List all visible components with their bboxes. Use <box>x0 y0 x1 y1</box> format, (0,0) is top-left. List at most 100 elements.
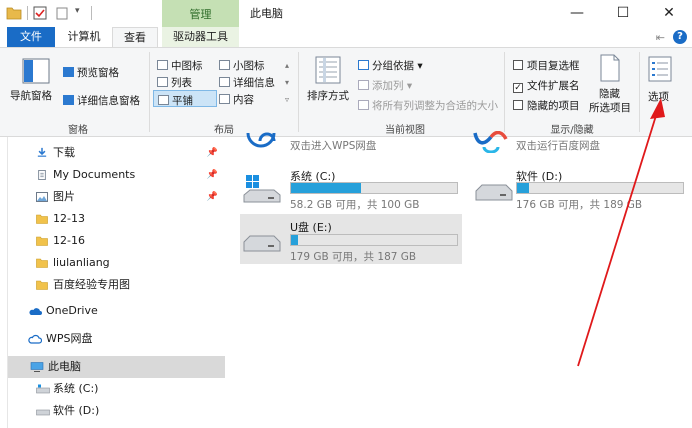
layout-list[interactable]: 列表 <box>157 75 192 90</box>
file-extensions-checkbox[interactable]: ✓ <box>513 83 523 93</box>
customize-qat-icon[interactable]: ▾ <box>75 6 80 20</box>
layout-gallery-scroll[interactable]: ▴ ▾ ▿ <box>285 57 289 108</box>
small-icons-label: 小图标 <box>233 60 265 72</box>
wps-cloud-icon <box>28 334 42 344</box>
add-columns-button[interactable]: 添加列 ▾ <box>358 78 412 93</box>
nav-item-label: 12-13 <box>53 212 85 225</box>
minimize-button[interactable]: — <box>554 0 600 27</box>
preview-pane-label: 预览窗格 <box>77 67 119 79</box>
size-columns-button[interactable]: 将所有列调整为合适的大小 <box>358 98 498 113</box>
layout-content[interactable]: 内容 <box>219 92 254 107</box>
file-extensions-toggle[interactable]: ✓ 文件扩展名 <box>513 78 580 93</box>
maximize-button[interactable]: ☐ <box>600 0 646 27</box>
nav-item-pictures[interactable]: 图片 📌 <box>8 186 225 208</box>
small-icons-icon <box>219 60 230 70</box>
nav-pane-button[interactable]: 导航窗格 <box>10 56 58 112</box>
tab-view[interactable]: 查看 <box>112 27 158 47</box>
options-label: 选项 <box>648 91 669 103</box>
wps-drive-tile[interactable]: 双击进入WPS网盘 <box>244 132 444 159</box>
group-label-panes: 窗格 <box>68 125 88 136</box>
drive-tile-d[interactable]: 软件 (D:) 176 GB 可用，共 189 GB <box>472 165 692 213</box>
nav-item-onedrive[interactable]: OneDrive <box>8 300 225 322</box>
group-separator <box>639 52 640 132</box>
new-folder-icon[interactable] <box>55 6 69 20</box>
hide-selected-label-1: 隐藏 <box>599 88 620 100</box>
item-checkboxes-checkbox[interactable] <box>513 60 523 70</box>
tab-file[interactable]: 文件 <box>7 27 55 47</box>
layout-small-icons[interactable]: 小图标 <box>219 58 265 73</box>
pin-ribbon-icon[interactable]: ⇤ <box>656 31 665 44</box>
item-checkboxes-label: 项目复选框 <box>527 60 580 72</box>
pin-icon[interactable]: 📌 <box>207 142 218 164</box>
layout-tiles[interactable]: 平铺 <box>153 90 217 107</box>
size-columns-icon <box>358 100 369 110</box>
nav-pane-label: 导航窗格 <box>10 90 52 102</box>
nav-item-folder-12-13[interactable]: 12-13 <box>8 208 225 230</box>
help-icon[interactable]: ? <box>673 30 687 44</box>
drive-usage-fill <box>291 235 298 245</box>
nav-item-label: 下载 <box>53 146 75 159</box>
drive-usage-bar <box>290 182 458 194</box>
nav-item-downloads[interactable]: 下载 📌 <box>8 142 225 164</box>
pin-icon[interactable]: 📌 <box>207 164 218 186</box>
drive-tile-e-selected[interactable]: U盘 (E:) 179 GB 可用，共 187 GB <box>240 214 462 264</box>
details-pane-button[interactable]: 详细信息窗格 <box>63 93 140 108</box>
tab-computer[interactable]: 计算机 <box>60 27 108 47</box>
nav-item-wps-drive[interactable]: WPS网盘 <box>8 328 225 350</box>
baidu-drive-tile[interactable]: 双击运行百度网盘 <box>472 131 672 159</box>
title-bar: ▾ 管理 此电脑 — ☐ ✕ <box>0 0 692 27</box>
nav-item-folder-12-16[interactable]: 12-16 <box>8 230 225 252</box>
options-button[interactable]: 选项 <box>644 52 678 116</box>
sort-by-button[interactable]: 排序方式 <box>305 54 353 114</box>
nav-item-label: 软件 (D:) <box>53 404 100 417</box>
nav-item-label: 此电脑 <box>48 360 81 373</box>
folder-icon <box>36 214 48 224</box>
properties-icon[interactable] <box>33 6 47 20</box>
drive-usage-bar <box>290 234 458 246</box>
content-label: 内容 <box>233 94 254 106</box>
hidden-items-checkbox[interactable] <box>513 100 523 110</box>
hidden-items-toggle[interactable]: 隐藏的项目 <box>513 98 580 113</box>
nav-item-folder-baidu-images[interactable]: 百度经验专用图 <box>8 274 225 296</box>
hide-selected-button[interactable]: 隐藏 所选项目 <box>586 52 636 116</box>
hide-selected-icon <box>600 54 620 82</box>
tab-drive-tools[interactable]: 驱动器工具 <box>162 27 239 47</box>
pictures-icon <box>36 192 48 202</box>
group-by-button[interactable]: 分组依据 ▾ <box>358 58 423 73</box>
wps-cloud-icon <box>246 132 276 148</box>
layout-details[interactable]: 详细信息 <box>219 75 275 90</box>
group-by-label: 分组依据 <box>372 60 414 72</box>
nav-item-drive-d[interactable]: 软件 (D:) <box>8 400 225 422</box>
drive-space-info: 179 GB 可用，共 187 GB <box>290 251 417 263</box>
nav-item-this-pc[interactable]: 此电脑 <box>8 356 225 378</box>
item-checkboxes-toggle[interactable]: 项目复选框 <box>513 58 580 73</box>
onedrive-cloud-icon <box>29 308 42 315</box>
baidu-drive-hint: 双击运行百度网盘 <box>516 140 600 152</box>
preview-pane-button[interactable]: 预览窗格 <box>63 65 119 80</box>
drive-space-info: 58.2 GB 可用，共 100 GB <box>290 199 420 211</box>
nav-item-label: liulanliang <box>53 256 110 269</box>
details-pane-icon <box>63 95 74 105</box>
nav-item-folder-liulanliang[interactable]: liulanliang <box>8 252 225 274</box>
hidden-items-label: 隐藏的项目 <box>527 100 580 112</box>
close-button[interactable]: ✕ <box>646 0 692 27</box>
nav-item-drive-c[interactable]: 系统 (C:) <box>8 378 225 400</box>
window-title: 此电脑 <box>250 7 283 20</box>
drive-icon <box>475 184 513 201</box>
usb-drive-icon <box>243 235 281 252</box>
folder-icon <box>6 7 22 20</box>
wps-drive-hint: 双击进入WPS网盘 <box>290 140 377 152</box>
drive-tile-c[interactable]: 系统 (C:) 58.2 GB 可用，共 100 GB <box>240 165 462 213</box>
folder-icon <box>36 236 48 246</box>
pin-icon[interactable]: 📌 <box>207 186 218 208</box>
options-icon <box>648 56 672 82</box>
nav-item-label: OneDrive <box>46 304 98 317</box>
hide-selected-label-2: 所选项目 <box>589 102 631 114</box>
document-icon <box>38 170 46 180</box>
sort-by-label: 排序方式 <box>307 90 349 102</box>
layout-medium-icons[interactable]: 中图标 <box>157 58 203 73</box>
content-pane: 双击进入WPS网盘 双击运行百度网盘 系统 (C:) 58.2 GB 可用，共 … <box>226 131 692 428</box>
nav-item-label: 系统 (C:) <box>53 382 99 395</box>
nav-item-my-documents[interactable]: My Documents 📌 <box>8 164 225 186</box>
content-icon <box>219 94 230 104</box>
